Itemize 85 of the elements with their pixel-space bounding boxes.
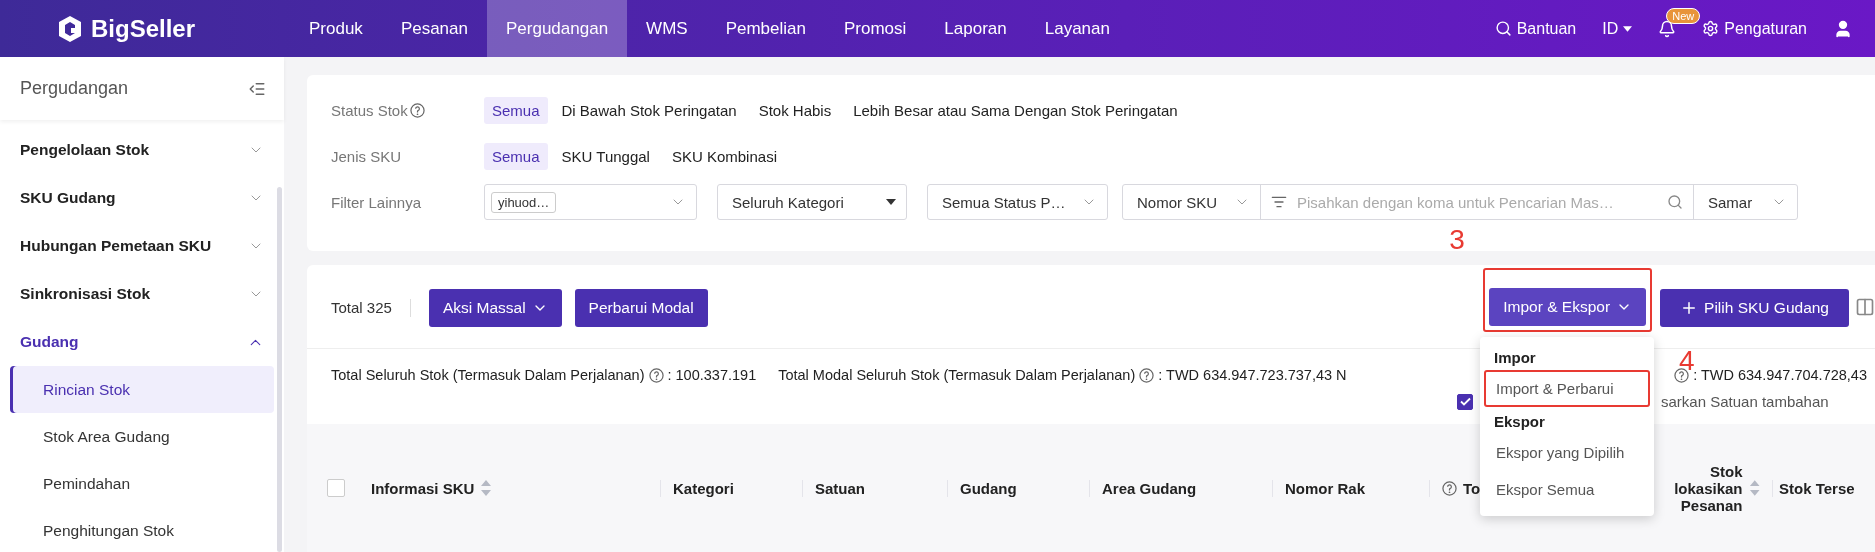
list-search-icon xyxy=(1271,194,1287,210)
column-header[interactable]: Satuan xyxy=(802,479,947,497)
sort-icon[interactable] xyxy=(480,479,493,497)
help-icon xyxy=(409,102,425,118)
total-count: Total 325 xyxy=(331,299,411,317)
filter-option[interactable]: Lebih Besar atau Sama Dengan Stok Peringatan xyxy=(845,96,1186,124)
caret-icon xyxy=(886,199,896,205)
sidebar-item[interactable]: Rincian Stok xyxy=(10,366,274,413)
column-header[interactable]: To xyxy=(1429,479,1481,497)
sidebar-group[interactable]: Sinkronisasi Stok xyxy=(0,270,284,318)
add-warehouse-sku-button[interactable]: Pilih SKU Gudang xyxy=(1660,289,1849,327)
filter-option[interactable]: SKU Tunggal xyxy=(553,142,658,170)
search-icon[interactable] xyxy=(1667,194,1683,210)
stat-value: : TWD 634.947.704.728,43 xyxy=(1693,367,1867,383)
sidebar-title: Pergudangan xyxy=(20,78,129,99)
import-export-button[interactable]: Impor & Ekspor xyxy=(1489,288,1647,326)
settings-link[interactable]: Pengaturan xyxy=(1702,19,1807,38)
checkbox-label: sarkan Satuan tambahan xyxy=(1661,393,1829,410)
scrollbar[interactable] xyxy=(277,187,282,552)
filter-option[interactable]: Stok Habis xyxy=(750,96,840,124)
filter-option[interactable]: SKU Kombinasi xyxy=(663,142,785,170)
sidebar-item[interactable]: Stok Area Gudang xyxy=(10,413,274,460)
nav-tab[interactable]: WMS xyxy=(627,0,707,57)
menu-heading: Ekspor xyxy=(1493,412,1546,432)
sidebar-group[interactable]: SKU Gudang xyxy=(0,174,284,222)
column-header[interactable]: Nomor Rak xyxy=(1272,479,1429,497)
column-header[interactable]: Stok Terse xyxy=(1772,479,1872,497)
category-select[interactable]: Seluruh Kategori xyxy=(717,184,907,220)
new-badge: New xyxy=(1666,7,1701,24)
nav-tab[interactable]: Produk xyxy=(290,0,382,57)
checkbox[interactable] xyxy=(1457,393,1473,410)
warehouse-select[interactable]: yihuod… xyxy=(484,184,697,220)
sidebar-item[interactable]: Penghitungan Stok xyxy=(10,507,274,552)
sidebar-group[interactable]: Gudang xyxy=(0,318,284,366)
search-bar[interactable]: Nomor SKU Pisahkan dengan koma untuk Pencarian Mas… Samar xyxy=(1122,184,1798,220)
nav-tab[interactable]: Pergudangan xyxy=(487,0,628,57)
column-header[interactable]: Stok lokasikan Pesanan xyxy=(1654,462,1772,514)
nav-tab[interactable]: Layanan xyxy=(1025,0,1129,57)
sidebar-group[interactable]: Hubungan Pemetaan SKU xyxy=(0,222,284,270)
select-all-checkbox[interactable] xyxy=(327,479,345,497)
sidebar-group[interactable]: Pengelolaan Stok xyxy=(0,126,284,174)
sidebar-item[interactable]: Pemindahan xyxy=(10,460,274,507)
language-selector[interactable]: ID xyxy=(1602,19,1633,38)
status-select[interactable]: Semua Status P… xyxy=(927,184,1108,220)
action-button[interactable]: Perbarui Modal xyxy=(574,289,708,327)
search-type-select[interactable]: Nomor SKU xyxy=(1123,185,1261,219)
column-header[interactable]: Kategori xyxy=(660,479,802,497)
columns-icon[interactable] xyxy=(1855,297,1875,317)
user-icon[interactable] xyxy=(1833,18,1853,39)
menu-item[interactable]: Ekspor yang Dipilih xyxy=(1484,434,1650,471)
annotation-number: 4 xyxy=(1679,345,1695,376)
filter-label: Status Stok xyxy=(331,101,408,119)
column-header[interactable]: Gudang xyxy=(947,479,1089,497)
nav-tab[interactable]: Laporan xyxy=(925,0,1026,57)
column-header[interactable]: Area Gudang xyxy=(1089,479,1272,497)
stat-value: : TWD 634.947.723.737,43 N xyxy=(1158,367,1347,383)
filter-option[interactable]: Semua xyxy=(484,142,548,170)
settings-icon xyxy=(1702,20,1720,37)
menu-item[interactable]: Ekspor Semua xyxy=(1484,471,1650,508)
help-icon xyxy=(1442,480,1457,496)
nav-tab[interactable]: Pembelian xyxy=(706,0,825,57)
filter-label: Filter Lainnya xyxy=(331,193,422,211)
annotation-number: 3 xyxy=(1449,224,1465,256)
stat-label: Total Seluruh Stok (Termasuk Dalam Perjalanan) xyxy=(331,367,645,383)
bell-icon[interactable] xyxy=(1658,19,1677,38)
help-icon xyxy=(1139,367,1155,383)
filter-option[interactable]: Semua xyxy=(484,96,548,124)
menu-heading: Impor xyxy=(1493,348,1537,368)
search-icon xyxy=(1494,20,1512,37)
nav-tab[interactable]: Promosi xyxy=(824,0,926,57)
filter-option[interactable]: Di Bawah Stok Peringatan xyxy=(553,96,745,124)
stat-label: Total Modal Seluruh Stok (Termasuk Dalam Perjalanan) xyxy=(778,367,1136,383)
menu-item[interactable]: Import & Perbarui xyxy=(1484,370,1650,407)
caret-icon xyxy=(1623,25,1633,32)
sort-icon[interactable] xyxy=(1748,479,1760,497)
help-icon xyxy=(648,367,664,383)
stat-value: : 100.337.191 xyxy=(667,367,757,383)
filter-label: Jenis SKU xyxy=(331,147,402,165)
help-link[interactable]: Bantuan xyxy=(1494,19,1577,38)
logo-text: BigSeller xyxy=(90,14,195,43)
column-header[interactable]: Informasi SKU xyxy=(359,479,660,497)
selected-tag: yihuod… xyxy=(491,191,557,213)
match-mode-select[interactable]: Samar xyxy=(1694,185,1797,219)
action-button[interactable]: Aksi Massal xyxy=(428,289,562,327)
nav-tab[interactable]: Pesanan xyxy=(381,0,487,57)
